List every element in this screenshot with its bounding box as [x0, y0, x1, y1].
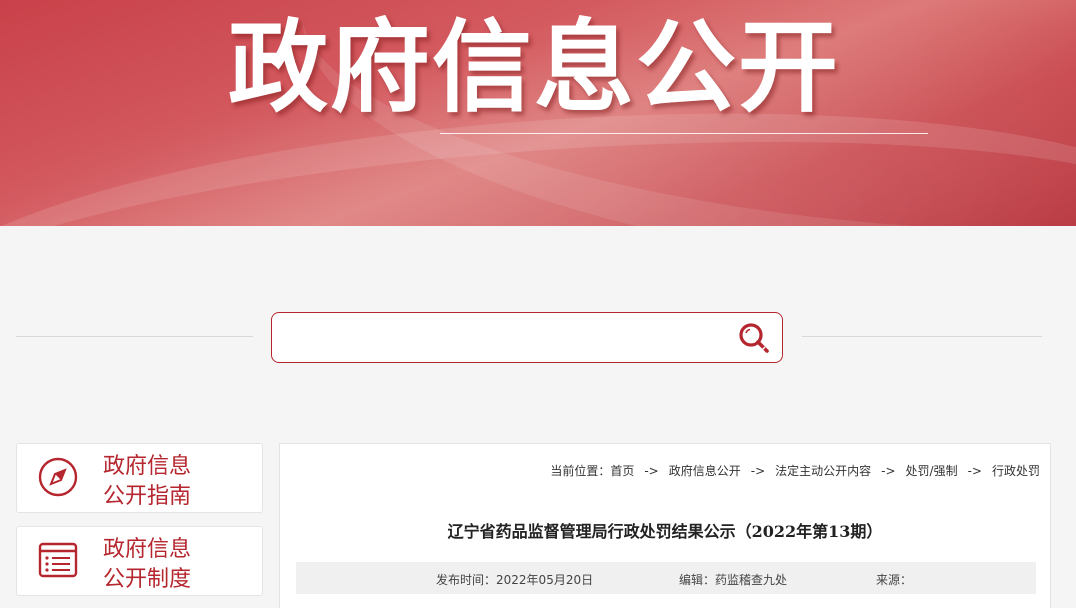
sidebar-item-label-line2: 公开指南	[103, 484, 192, 509]
breadcrumb-penalty-enforcement[interactable]: 处罚/强制	[906, 462, 958, 479]
compass-icon	[37, 456, 79, 498]
sidebar-item-label: 政府信息 公开制度	[103, 535, 191, 595]
breadcrumb-separator: ->	[750, 464, 766, 478]
breadcrumb-statutory-content[interactable]: 法定主动公开内容	[775, 462, 871, 479]
publish-time-value: 2022年05月20日	[496, 573, 594, 587]
search-box	[271, 312, 783, 363]
list-document-icon	[37, 539, 79, 581]
breadcrumb-administrative-penalty[interactable]: 行政处罚	[992, 462, 1040, 479]
sidebar-item-label-line1: 政府信息	[103, 537, 192, 562]
header-banner: 政府信息公开	[0, 0, 1076, 226]
source-label: 来源：	[876, 573, 913, 587]
publish-time-label: 发布时间：	[436, 573, 497, 587]
search-divider-right	[802, 336, 1042, 337]
sidebar-item-system[interactable]: 政府信息 公开制度	[16, 526, 263, 596]
breadcrumb-home[interactable]: 首页	[610, 462, 634, 479]
article-panel: 当前位置：首页 -> 政府信息公开 -> 法定主动公开内容 -> 处罚/强制 -> 行政处罚 辽…	[279, 443, 1051, 608]
source: 来源：	[876, 571, 912, 588]
search-divider-left	[16, 336, 253, 337]
sidebar-item-guide[interactable]: 政府信息 公开指南	[16, 443, 263, 513]
breadcrumb-separator: ->	[967, 464, 982, 478]
search-input[interactable]	[284, 323, 724, 353]
breadcrumb-label: 当前位置：	[550, 464, 611, 478]
breadcrumb: 当前位置：首页 -> 政府信息公开 -> 法定主动公开内容 -> 处罚/强制 -> 行政处罚	[550, 462, 1040, 479]
article-meta-bar: 发布时间：2022年05月20日 编辑：药监稽查九处 来源：	[296, 562, 1036, 594]
breadcrumb-separator: ->	[644, 464, 659, 478]
sidebar-item-label-line2: 公开制度	[103, 567, 192, 592]
sidebar-item-label: 政府信息 公开指南	[103, 452, 191, 512]
publish-time: 发布时间：2022年05月20日	[436, 571, 593, 588]
search-icon[interactable]	[736, 320, 772, 356]
sidebar-item-label-line1: 政府信息	[103, 454, 192, 479]
banner-underline	[440, 133, 928, 134]
breadcrumb-info-disclosure[interactable]: 政府信息公开	[669, 462, 741, 479]
editor-value: 药监稽查九处	[715, 573, 788, 587]
article-title: 辽宁省药品监督管理局行政处罚结果公示（2022年第13期）	[447, 522, 883, 541]
breadcrumb-separator: ->	[881, 464, 896, 478]
editor-label: 编辑：	[679, 573, 716, 587]
editor: 编辑：药监稽查九处	[679, 571, 787, 588]
page-title: 政府信息公开	[228, 9, 840, 126]
